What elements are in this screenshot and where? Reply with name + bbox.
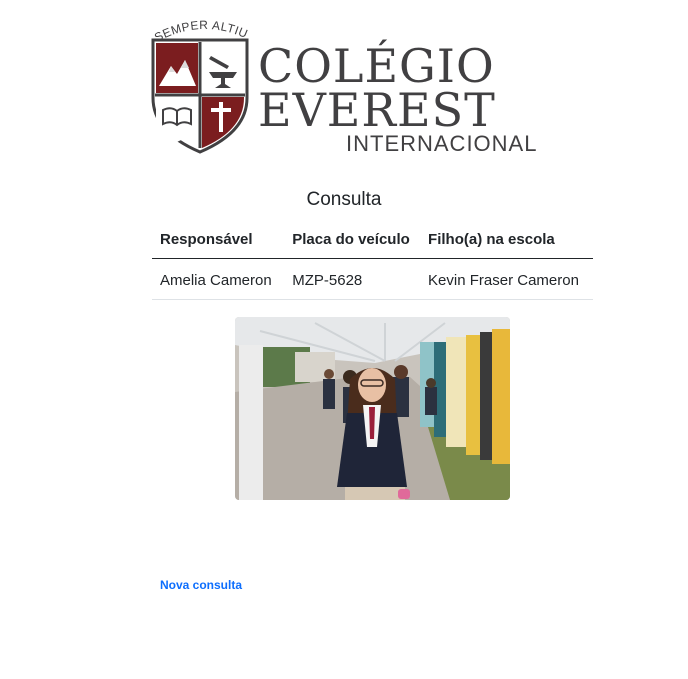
header-filho: Filho(a) na escola	[420, 222, 593, 259]
table-header-row: Responsável Placa do veículo Filho(a) na…	[152, 222, 593, 259]
new-query-link[interactable]: Nova consulta	[160, 578, 242, 592]
table-row: Amelia Cameron MZP-5628 Kevin Fraser Cam…	[152, 258, 593, 300]
header-placa: Placa do veículo	[284, 222, 421, 259]
wordmark-line1: COLÉGIO	[258, 39, 495, 93]
page-title: Consulta	[306, 189, 382, 210]
cell-placa: MZP-5628	[284, 258, 421, 300]
wordmark-line3: INTERNACIONAL	[346, 131, 538, 156]
school-wordmark: COLÉGIO EVEREST INTERNACIONAL	[258, 39, 538, 156]
wordmark-line2: EVEREST	[258, 83, 496, 137]
school-students-photo	[235, 317, 510, 500]
cell-responsavel: Amelia Cameron	[152, 258, 285, 300]
shield-crest-icon	[151, 38, 249, 154]
result-table: Responsável Placa do veículo Filho(a) na…	[152, 222, 593, 300]
header-responsavel: Responsável	[152, 222, 285, 259]
cell-filho: Kevin Fraser Cameron	[420, 258, 593, 300]
